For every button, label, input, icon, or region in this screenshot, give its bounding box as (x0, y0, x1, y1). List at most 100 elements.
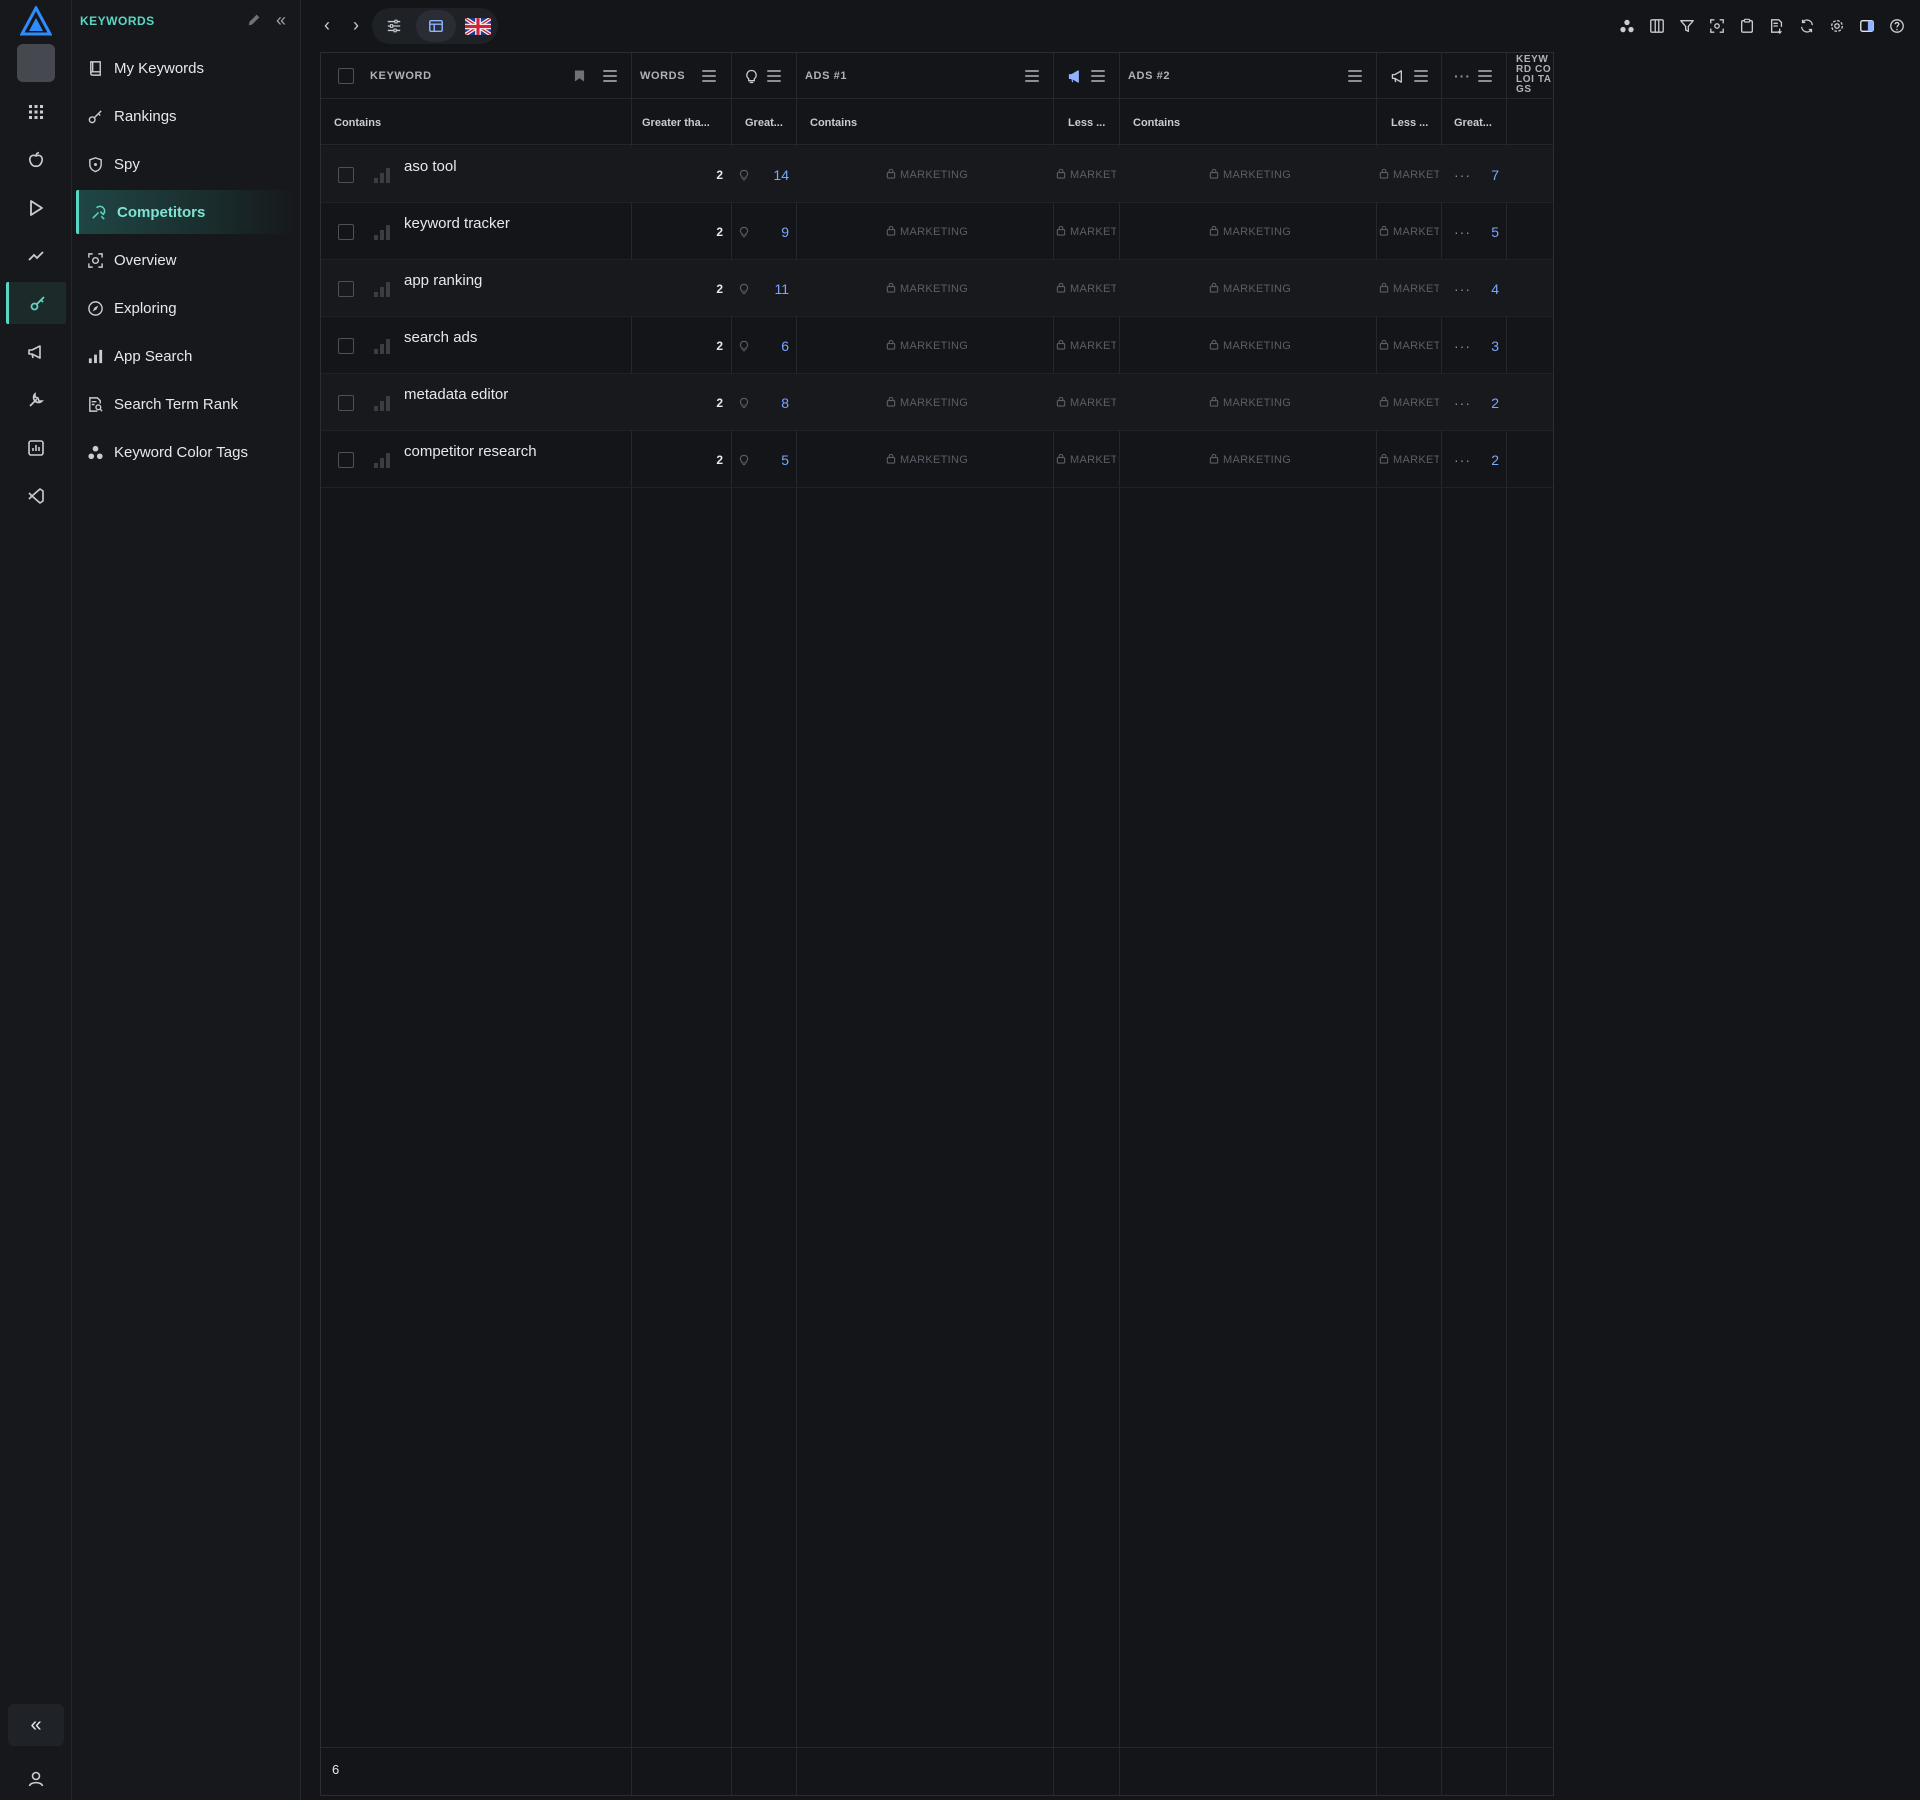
trend-icon[interactable] (6, 235, 66, 277)
extra-cell[interactable]: 4 (1471, 260, 1499, 317)
forward-icon[interactable]: › (346, 14, 366, 36)
keywords-key-icon[interactable] (6, 282, 66, 324)
filter-extra[interactable]: Great... (1454, 100, 1504, 145)
table-row[interactable]: app ranking 2 11 MARKETING MARKET MARKETING MA… (321, 260, 1553, 317)
table-row[interactable]: metadata editor 2 8 MARKETING MARKET MARKETIN… (321, 374, 1553, 431)
table-row[interactable]: aso tool 2 14 MARKETING MARKET MARKETING MARKE… (321, 146, 1553, 203)
column-menu-icon[interactable] (1091, 70, 1105, 82)
row-checkbox[interactable] (338, 203, 354, 260)
sidebar-item-exploring[interactable]: Exploring (76, 286, 296, 330)
focus-icon[interactable] (1705, 14, 1729, 38)
sidebar-item-competitors[interactable]: Competitors (76, 190, 296, 234)
keyword-cell[interactable]: search ads (404, 329, 477, 346)
table-view-icon[interactable] (416, 10, 456, 42)
extra-cell[interactable]: 2 (1471, 374, 1499, 431)
table-row[interactable]: keyword tracker 2 9 MARKETING MARKET MARKETIN… (321, 203, 1553, 260)
back-icon[interactable]: ‹ (317, 14, 337, 36)
collapse-rail-button[interactable]: « (8, 1704, 64, 1746)
extra-cell[interactable]: 3 (1471, 317, 1499, 374)
keyword-cell[interactable]: aso tool (404, 158, 457, 175)
difficulty-cell[interactable]: 11 (751, 260, 789, 317)
apps-grid-icon[interactable] (6, 91, 66, 133)
export-doc-icon[interactable] (1765, 14, 1789, 38)
lightbulb-header-icon[interactable] (745, 53, 758, 99)
column-menu-icon[interactable] (1348, 70, 1362, 82)
app-avatar[interactable] (17, 44, 55, 82)
column-menu-icon[interactable] (1414, 70, 1428, 82)
play-store-icon[interactable] (6, 187, 66, 229)
sidebar-item-app-search[interactable]: App Search (76, 334, 296, 378)
row-checkbox[interactable] (338, 374, 354, 431)
sidebar-item-my-keywords[interactable]: My Keywords (76, 46, 296, 90)
header-ads-1[interactable]: ADS #1 (805, 53, 847, 99)
difficulty-cell[interactable]: 9 (751, 203, 789, 260)
sidebar-item-rankings[interactable]: Rankings (76, 94, 296, 138)
apple-icon[interactable] (6, 139, 66, 181)
column-menu-icon[interactable] (1025, 70, 1039, 82)
keyword-cell[interactable]: metadata editor (404, 386, 508, 403)
extra-cell[interactable]: 5 (1471, 203, 1499, 260)
side-panel-toggle-icon[interactable] (1855, 14, 1879, 38)
keyword-cell[interactable]: keyword tracker (404, 215, 510, 232)
filter-words[interactable]: Greater tha... (642, 100, 726, 145)
megaphone-header-icon[interactable] (1068, 53, 1083, 99)
user-icon[interactable] (20, 1763, 52, 1795)
header-keyword[interactable]: KEYWORD (370, 53, 432, 99)
row-checkbox[interactable] (338, 146, 354, 203)
header-words[interactable]: WORDS (640, 53, 685, 99)
extra-cell[interactable]: 2 (1471, 431, 1499, 488)
more-icon[interactable]: ··· (1454, 374, 1471, 431)
more-icon[interactable]: ··· (1454, 146, 1471, 203)
difficulty-cell[interactable]: 5 (751, 431, 789, 488)
extra-cell[interactable]: 7 (1471, 146, 1499, 203)
row-checkbox[interactable] (338, 317, 354, 374)
filter-icon[interactable] (1675, 14, 1699, 38)
megaphone-header-icon[interactable] (1391, 53, 1406, 99)
sidebar-item-spy[interactable]: Spy (76, 142, 296, 186)
header-ads-2[interactable]: ADS #2 (1128, 53, 1170, 99)
uk-flag-icon[interactable] (458, 10, 498, 42)
header-keyword-color-tags[interactable]: KEYW RD COLOI TAGS (1516, 53, 1552, 99)
select-all-checkbox[interactable] (338, 53, 354, 99)
column-menu-icon[interactable] (767, 70, 781, 82)
tools-icon[interactable] (6, 379, 66, 421)
color-tags-toolbar-icon[interactable] (1615, 14, 1639, 38)
row-checkbox[interactable] (338, 260, 354, 317)
vscode-icon[interactable] (6, 475, 66, 517)
filter-keyword[interactable]: Contains (334, 100, 624, 145)
settings-gear-icon[interactable] (1825, 14, 1849, 38)
more-icon[interactable]: ··· (1454, 317, 1471, 374)
table-row[interactable]: search ads 2 6 MARKETING MARKET MARKETING MARK… (321, 317, 1553, 374)
filters-icon[interactable] (374, 10, 414, 42)
more-icon[interactable]: ··· (1454, 431, 1471, 488)
reports-icon[interactable] (6, 427, 66, 469)
filter-difficulty[interactable]: Great... (745, 100, 793, 145)
refresh-icon[interactable] (1795, 14, 1819, 38)
filter-ads-2[interactable]: Contains (1133, 100, 1373, 145)
clipboard-icon[interactable] (1735, 14, 1759, 38)
difficulty-cell[interactable]: 14 (751, 146, 789, 203)
pencil-icon[interactable] (246, 12, 264, 30)
column-menu-icon[interactable] (1478, 70, 1492, 82)
column-menu-icon[interactable] (702, 70, 716, 82)
more-header-icon[interactable]: ··· (1454, 53, 1471, 99)
sidebar-item-search-term-rank[interactable]: Search Term Rank (76, 382, 296, 426)
megaphone-icon[interactable] (6, 331, 66, 373)
filter-ads-2-rank[interactable]: Less ... (1391, 100, 1439, 145)
filter-ads-1[interactable]: Contains (810, 100, 1050, 145)
bookmark-icon[interactable] (574, 53, 585, 99)
column-menu-icon[interactable] (603, 70, 617, 82)
keyword-cell[interactable]: app ranking (404, 272, 482, 289)
app-logo-icon[interactable] (19, 4, 53, 36)
sidebar-item-keyword-color-tags[interactable]: Keyword Color Tags (76, 430, 296, 474)
table-row[interactable]: competitor research 2 5 MARKETING MARKET MARK… (321, 431, 1553, 488)
more-icon[interactable]: ··· (1454, 260, 1471, 317)
sidebar-item-overview[interactable]: Overview (76, 238, 296, 282)
keyword-cell[interactable]: competitor research (404, 443, 537, 460)
columns-icon[interactable] (1645, 14, 1669, 38)
collapse-sidebar-icon[interactable]: « (276, 10, 286, 31)
more-icon[interactable]: ··· (1454, 203, 1471, 260)
row-checkbox[interactable] (338, 431, 354, 488)
filter-ads-1-rank[interactable]: Less ... (1068, 100, 1116, 145)
difficulty-cell[interactable]: 6 (751, 317, 789, 374)
